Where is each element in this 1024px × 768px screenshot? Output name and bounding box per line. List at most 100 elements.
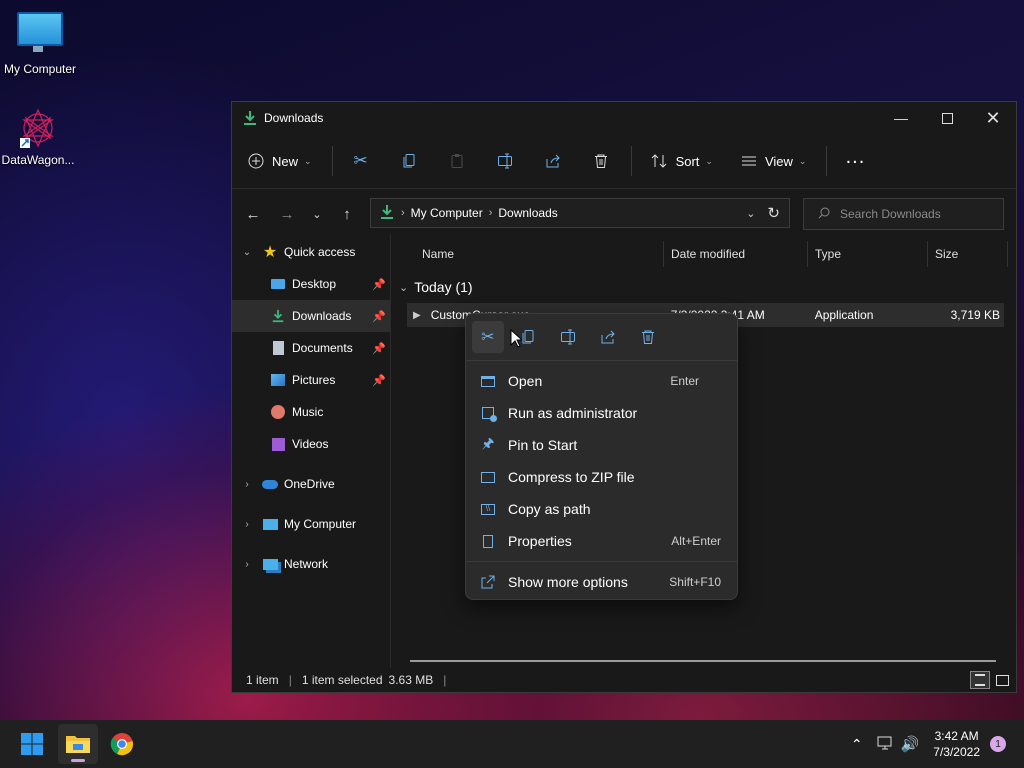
nav-item-my-computer[interactable]: › My Computer [232,508,390,540]
network-status-icon[interactable] [877,736,893,753]
nav-quick-access[interactable]: ⌄ ★ Quick access [232,236,390,268]
new-button[interactable]: New ⌄ [242,145,318,177]
music-icon [270,404,286,420]
context-menu: ✂ Open Enter Run as administrator 🖈 Pin … [465,313,738,600]
rename-button[interactable] [489,145,521,177]
column-header-date[interactable]: Date modified [664,241,808,267]
nav-item-documents[interactable]: Documents 📌 [232,332,390,364]
share-button[interactable] [537,145,569,177]
datawagon-logo-icon [16,106,60,150]
recent-locations-button[interactable]: ⌄ [304,199,330,229]
nav-label: My Computer [284,517,357,531]
desktop-icon-datawagon[interactable]: DataWagon... [0,106,78,167]
tiles-view-icon [995,674,1009,686]
column-label: Type [815,247,842,261]
close-button[interactable]: ✕ [970,102,1016,134]
nav-item-onedrive[interactable]: › OneDrive [232,468,390,500]
copy-icon [403,154,415,168]
active-indicator [71,759,85,762]
nav-label: OneDrive [284,477,335,491]
copy-path-icon: \\ [480,501,496,517]
context-rename-button[interactable] [552,321,584,353]
view-button[interactable]: View ⌄ [735,145,813,177]
delete-button[interactable] [585,145,617,177]
nav-item-music[interactable]: Music [232,396,390,428]
maximize-button[interactable] [924,102,970,134]
address-bar[interactable]: › My Computer › Downloads ⌄ ↻ [370,198,790,228]
breadcrumb-separator-icon: › [488,207,493,219]
start-button[interactable] [12,724,52,764]
minimize-button[interactable]: — [878,102,924,134]
file-size: 3,719 KB [950,308,1000,322]
copy-button[interactable] [393,145,425,177]
up-button[interactable]: ↑ [330,199,364,229]
more-options-button[interactable]: ... [839,145,871,177]
chevron-right-icon[interactable]: › [240,479,254,490]
nav-label: Music [292,405,324,419]
chevron-right-icon[interactable]: › [240,559,254,570]
search-box[interactable]: Search Downloads [803,198,1004,230]
taskbar-file-explorer[interactable] [58,724,98,764]
rename-icon [561,329,575,345]
pictures-icon [270,372,286,388]
forward-button[interactable]: → [270,199,304,229]
notification-badge[interactable]: 1 [990,736,1006,752]
chevron-down-icon[interactable]: ⌄ [240,247,254,258]
breadcrumb-my-computer[interactable]: My Computer [411,206,483,220]
system-tray: ⌃ 🔊 3:42 AM 7/3/2022 1 [851,728,1024,760]
menu-label: Compress to ZIP file [508,469,635,485]
menu-item-copy-as-path[interactable]: \\ Copy as path [466,493,737,525]
sort-label: Sort [675,153,700,169]
cut-button[interactable]: ✂ [345,145,377,177]
address-dropdown-icon[interactable]: ⌄ [746,207,755,220]
menu-shortcut: Enter [670,374,699,388]
volume-icon[interactable]: 🔊 [901,735,920,753]
tiles-view-toggle[interactable] [994,673,1010,687]
menu-label: Pin to Start [508,437,578,453]
details-view-toggle[interactable] [970,671,990,689]
documents-icon [270,340,286,356]
back-button[interactable]: ← [236,199,270,229]
details-view-icon [975,674,985,686]
context-delete-button[interactable] [632,321,664,353]
view-label: View [764,153,793,169]
column-header-size[interactable]: Size [928,241,1008,267]
title-bar[interactable]: Downloads — ✕ [232,102,1016,134]
group-header-today[interactable]: ⌄ Today (1) [399,275,1016,299]
chevron-right-icon[interactable]: › [240,519,254,530]
chevron-down-icon: ⌄ [399,281,409,294]
share-icon [601,330,615,344]
column-header-type[interactable]: Type [808,241,928,267]
nav-item-pictures[interactable]: Pictures 📌 [232,364,390,396]
refresh-icon[interactable]: ↻ [767,204,780,222]
menu-item-properties[interactable]: Properties Alt+Enter [466,525,737,557]
window-title: Downloads [264,111,324,125]
context-cut-button[interactable]: ✂ [472,321,504,353]
nav-item-videos[interactable]: Videos [232,428,390,460]
clock-date: 7/3/2022 [933,745,980,759]
nav-item-network[interactable]: › Network [232,548,390,580]
view-icon [741,156,756,166]
group-label: Today (1) [414,279,473,295]
menu-item-open[interactable]: Open Enter [466,365,737,397]
desktop-icon-my-computer[interactable]: My Computer [0,12,80,76]
context-share-button[interactable] [592,321,624,353]
nav-label: Downloads [292,309,352,323]
breadcrumb-downloads[interactable]: Downloads [498,206,557,220]
menu-item-pin-to-start[interactable]: 🖈 Pin to Start [466,429,737,461]
open-icon [480,373,496,389]
nav-item-desktop[interactable]: Desktop 📌 [232,268,390,300]
sort-button[interactable]: Sort ⌄ [644,145,719,177]
menu-item-compress-to-zip[interactable]: Compress to ZIP file [466,461,737,493]
menu-label: Run as administrator [508,405,638,421]
horizontal-scrollbar[interactable] [410,660,996,662]
menu-item-run-as-administrator[interactable]: Run as administrator [466,397,737,429]
show-hidden-icons-button[interactable]: ⌃ [851,736,863,753]
menu-item-show-more-options[interactable]: Show more options Shift+F10 [466,566,737,598]
clock[interactable]: 3:42 AM 7/3/2022 [933,728,980,760]
taskbar-chrome[interactable] [102,724,142,764]
paste-button[interactable] [441,145,473,177]
column-label: Date modified [671,247,746,261]
column-header-name[interactable]: Name [391,241,664,267]
nav-item-downloads[interactable]: Downloads 📌 [232,300,390,332]
